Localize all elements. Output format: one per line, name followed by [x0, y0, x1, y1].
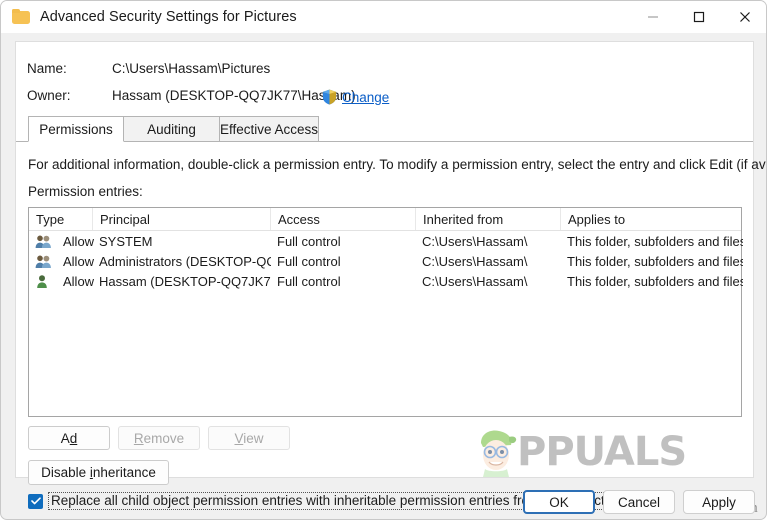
add-button[interactable]: Ad	[28, 426, 110, 450]
ok-button[interactable]: OK	[523, 490, 595, 514]
cell-applies-to: This folder, subfolders and files	[567, 273, 743, 289]
disable-inheritance-button-label: Disable inheritance	[41, 465, 156, 480]
tab-permissions[interactable]: Permissions	[28, 116, 124, 142]
cell-principal: SYSTEM	[99, 233, 153, 249]
window-title: Advanced Security Settings for Pictures	[40, 9, 297, 25]
replace-child-permissions-row[interactable]: Replace all child object permission entr…	[28, 491, 608, 511]
column-header-principal-label: Principal	[100, 211, 150, 227]
cell-applies-to: This folder, subfolders and files	[567, 253, 743, 269]
cell-inherited-from: C:\Users\Hassam\	[422, 273, 528, 289]
column-header-access-label: Access	[278, 211, 320, 227]
permission-entries-list[interactable]: Type Principal Access Inherited from App…	[28, 207, 743, 417]
cancel-button-label: Cancel	[617, 494, 661, 510]
add-button-label: Ad	[60, 430, 78, 446]
group-icon	[35, 251, 57, 271]
column-header-applies-to[interactable]: Applies to	[560, 208, 741, 230]
column-header-type-label: Type	[36, 211, 65, 227]
tab-effective-access-label: Effective Access	[219, 121, 319, 137]
apply-button-label: Apply	[702, 494, 736, 510]
owner-value: Hassam (DESKTOP-QQ7JK77\Hassam)	[112, 88, 356, 103]
cell-inherited-from: C:\Users\Hassam\	[422, 233, 528, 249]
remove-button[interactable]: Remove	[118, 426, 200, 450]
checkmark-icon	[30, 497, 41, 505]
column-header-type[interactable]: Type	[29, 208, 92, 230]
minimize-icon	[648, 16, 658, 18]
column-header-access[interactable]: Access	[270, 208, 415, 230]
replace-child-permissions-checkbox[interactable]	[28, 493, 43, 509]
title-bar[interactable]: Advanced Security Settings for Pictures	[1, 1, 766, 33]
user-icon	[35, 271, 57, 291]
remove-button-label: Remove	[133, 430, 185, 446]
column-header-inherited-from-label: Inherited from	[423, 211, 504, 227]
cell-principal: Administrators (DESKTOP-QQ...	[99, 253, 271, 269]
owner-label: Owner:	[27, 88, 71, 103]
cell-inherited-from: C:\Users\Hassam\	[422, 253, 528, 269]
table-row[interactable]: Allow Hassam (DESKTOP-QQ7JK77\... Full c…	[29, 271, 743, 291]
ok-button-label: OK	[549, 494, 569, 510]
permission-entries-label: Permission entries:	[28, 184, 143, 199]
advanced-security-settings-window: Advanced Security Settings for Pictures	[0, 0, 767, 520]
tab-auditing[interactable]: Auditing	[123, 116, 220, 142]
uac-shield-icon	[322, 89, 337, 105]
maximize-button[interactable]	[676, 1, 722, 33]
minimize-button[interactable]	[630, 1, 676, 33]
maximize-icon	[693, 11, 705, 23]
close-icon	[740, 12, 750, 22]
cell-access: Full control	[277, 233, 341, 249]
dialog-content-panel: Name: C:\Users\Hassam\Pictures Owner: Ha…	[15, 41, 766, 510]
close-button[interactable]	[722, 1, 766, 33]
cell-access: Full control	[277, 253, 341, 269]
tab-permissions-label: Permissions	[39, 121, 113, 137]
name-value: C:\Users\Hassam\Pictures	[112, 61, 271, 76]
cell-principal: Hassam (DESKTOP-QQ7JK77\...	[99, 273, 271, 289]
list-rows: Allow SYSTEM Full control C:\Users\Hassa…	[29, 231, 743, 291]
column-header-inherited-from[interactable]: Inherited from	[415, 208, 560, 230]
cell-applies-to: This folder, subfolders and files	[567, 233, 743, 249]
group-icon	[35, 231, 57, 251]
folder-icon	[12, 8, 30, 26]
tab-effective-access[interactable]: Effective Access	[219, 116, 319, 142]
cancel-button[interactable]: Cancel	[603, 490, 675, 514]
column-header-applies-to-label: Applies to	[568, 211, 626, 227]
table-row[interactable]: Allow Administrators (DESKTOP-QQ... Full…	[29, 251, 743, 271]
cell-access: Full control	[277, 273, 341, 289]
change-owner-control[interactable]: Change	[322, 88, 389, 106]
disable-inheritance-button[interactable]: Disable inheritance	[28, 460, 169, 485]
info-text: For additional information, double-click…	[28, 157, 767, 172]
change-link[interactable]: Change	[342, 90, 389, 105]
column-header-principal[interactable]: Principal	[92, 208, 270, 230]
table-row[interactable]: Allow SYSTEM Full control C:\Users\Hassa…	[29, 231, 743, 251]
name-label: Name:	[27, 61, 67, 76]
view-button-label: View	[234, 430, 264, 446]
apply-button[interactable]: Apply	[683, 490, 755, 514]
caption-button-group	[630, 1, 766, 33]
view-button[interactable]: View	[208, 426, 290, 450]
tab-strip: Permissions Auditing Effective Access	[16, 116, 753, 142]
tab-auditing-label: Auditing	[147, 121, 196, 137]
list-header-row: Type Principal Access Inherited from App…	[29, 208, 741, 231]
